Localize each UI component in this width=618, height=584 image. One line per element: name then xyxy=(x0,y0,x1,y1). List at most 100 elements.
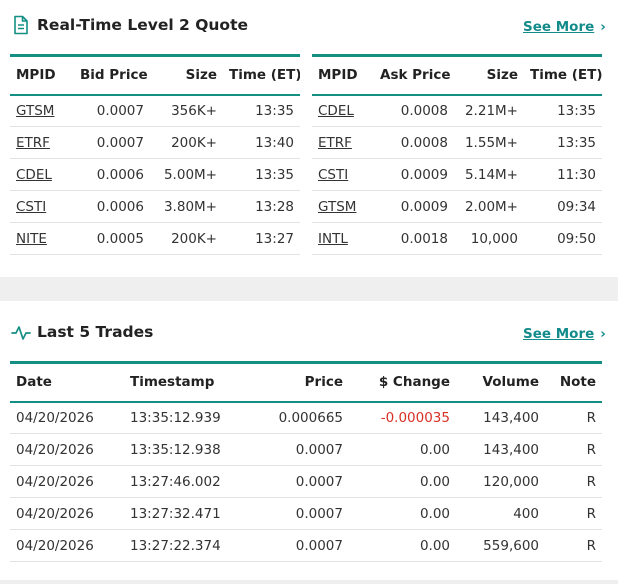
trade-timestamp: 13:27:32.471 xyxy=(124,497,254,530)
trade-note: R xyxy=(545,401,602,434)
trade-timestamp: 13:27:22.374 xyxy=(124,529,254,562)
bottom-divider xyxy=(0,580,618,584)
trade-row: 04/20/2026 13:35:12.939 0.000665 -0.0000… xyxy=(10,401,602,434)
ask-row: CSTI 0.0009 5.14M+ 11:30 xyxy=(312,158,602,191)
ask-mpid-link[interactable]: CSTI xyxy=(318,167,348,183)
trade-change: 0.00 xyxy=(349,529,456,562)
trades-header-row: Date Timestamp Price $ Change Volume Not… xyxy=(10,362,602,403)
trades-header: Last 5 Trades See More › xyxy=(0,322,618,352)
trades-title: Last 5 Trades xyxy=(37,323,154,341)
section-divider xyxy=(0,277,618,301)
bid-row: CSTI 0.0006 3.80M+ 13:28 xyxy=(10,190,300,223)
ask-mpid-link[interactable]: INTL xyxy=(318,231,348,247)
document-icon xyxy=(11,15,31,35)
ask-mpid-link[interactable]: GTSM xyxy=(318,199,356,215)
bid-time: 13:27 xyxy=(223,222,300,255)
trade-date: 04/20/2026 xyxy=(10,401,124,434)
level2-title: Real-Time Level 2 Quote xyxy=(37,16,248,34)
trade-price: 0.0007 xyxy=(254,433,349,466)
ask-size: 1.55M+ xyxy=(454,126,524,159)
ask-price: 0.0009 xyxy=(374,190,454,223)
ask-header-price: Ask Price xyxy=(374,55,454,96)
trade-price: 0.0007 xyxy=(254,465,349,498)
trade-row: 04/20/2026 13:27:22.374 0.0007 0.00 559,… xyxy=(10,529,602,562)
trades-header-date: Date xyxy=(10,362,124,403)
ask-time: 13:35 xyxy=(524,94,602,127)
trades-see-more-link[interactable]: See More › xyxy=(523,325,606,343)
activity-pulse-icon xyxy=(11,322,31,342)
trade-note: R xyxy=(545,529,602,562)
trade-note: R xyxy=(545,497,602,530)
bid-mpid-link[interactable]: NITE xyxy=(16,231,47,247)
bid-price: 0.0007 xyxy=(74,126,150,159)
trade-date: 04/20/2026 xyxy=(10,529,124,562)
bid-mpid-link[interactable]: ETRF xyxy=(16,135,50,151)
trades-header-change: $ Change xyxy=(349,362,456,403)
bid-mpid-link[interactable]: GTSM xyxy=(16,103,54,119)
bid-price: 0.0007 xyxy=(74,94,150,127)
ask-mpid-link[interactable]: CDEL xyxy=(318,103,354,119)
ask-size: 10,000 xyxy=(454,222,524,255)
level2-see-more-link[interactable]: See More › xyxy=(523,18,606,36)
bid-size: 200K+ xyxy=(150,222,223,255)
trade-change: -0.000035 xyxy=(349,401,456,434)
trades-table: Date Timestamp Price $ Change Volume Not… xyxy=(10,361,602,562)
bid-time: 13:40 xyxy=(223,126,300,159)
bid-header-time: Time (ET) xyxy=(223,55,300,96)
bid-time: 13:35 xyxy=(223,158,300,191)
ask-row: ETRF 0.0008 1.55M+ 13:35 xyxy=(312,126,602,159)
bid-price: 0.0006 xyxy=(74,158,150,191)
trade-volume: 120,000 xyxy=(456,465,545,498)
chevron-right-icon: › xyxy=(600,19,606,35)
ask-time: 09:34 xyxy=(524,190,602,223)
trade-volume: 400 xyxy=(456,497,545,530)
trade-change: 0.00 xyxy=(349,465,456,498)
trade-date: 04/20/2026 xyxy=(10,433,124,466)
trade-volume: 143,400 xyxy=(456,433,545,466)
ask-size: 5.14M+ xyxy=(454,158,524,191)
ask-price: 0.0018 xyxy=(374,222,454,255)
ask-header-row: MPID Ask Price Size Time (ET) xyxy=(312,55,602,96)
bid-row: GTSM 0.0007 356K+ 13:35 xyxy=(10,94,300,127)
bid-time: 13:28 xyxy=(223,190,300,223)
ask-header-time: Time (ET) xyxy=(524,55,602,96)
trade-row: 04/20/2026 13:27:46.002 0.0007 0.00 120,… xyxy=(10,465,602,498)
bid-header-size: Size xyxy=(150,55,223,96)
ask-time: 11:30 xyxy=(524,158,602,191)
ask-price: 0.0008 xyxy=(374,126,454,159)
trade-row: 04/20/2026 13:27:32.471 0.0007 0.00 400 … xyxy=(10,497,602,530)
level2-header: Real-Time Level 2 Quote See More › xyxy=(0,15,618,45)
ask-table: MPID Ask Price Size Time (ET) CDEL 0.000… xyxy=(312,54,602,255)
trade-price: 0.000665 xyxy=(254,401,349,434)
ask-time: 09:50 xyxy=(524,222,602,255)
trade-date: 04/20/2026 xyxy=(10,497,124,530)
bid-table: MPID Bid Price Size Time (ET) GTSM 0.000… xyxy=(10,54,300,255)
ask-header-mpid: MPID xyxy=(312,55,374,96)
bid-header-row: MPID Bid Price Size Time (ET) xyxy=(10,55,300,96)
ask-row: INTL 0.0018 10,000 09:50 xyxy=(312,222,602,255)
ask-size: 2.21M+ xyxy=(454,94,524,127)
trade-note: R xyxy=(545,465,602,498)
bid-row: CDEL 0.0006 5.00M+ 13:35 xyxy=(10,158,300,191)
trade-timestamp: 13:35:12.939 xyxy=(124,401,254,434)
trade-timestamp: 13:35:12.938 xyxy=(124,433,254,466)
ask-mpid-link[interactable]: ETRF xyxy=(318,135,352,151)
bid-header-price: Bid Price xyxy=(74,55,150,96)
bid-mpid-link[interactable]: CDEL xyxy=(16,167,52,183)
bid-size: 356K+ xyxy=(150,94,223,127)
trade-change: 0.00 xyxy=(349,433,456,466)
ask-row: GTSM 0.0009 2.00M+ 09:34 xyxy=(312,190,602,223)
bid-mpid-link[interactable]: CSTI xyxy=(16,199,46,215)
trade-price: 0.0007 xyxy=(254,529,349,562)
trades-header-price: Price xyxy=(254,362,349,403)
ask-size: 2.00M+ xyxy=(454,190,524,223)
bid-price: 0.0005 xyxy=(74,222,150,255)
trades-header-timestamp: Timestamp xyxy=(124,362,254,403)
trade-row: 04/20/2026 13:35:12.938 0.0007 0.00 143,… xyxy=(10,433,602,466)
trade-date: 04/20/2026 xyxy=(10,465,124,498)
ask-price: 0.0008 xyxy=(374,94,454,127)
bid-row: NITE 0.0005 200K+ 13:27 xyxy=(10,222,300,255)
bid-size: 3.80M+ xyxy=(150,190,223,223)
bid-time: 13:35 xyxy=(223,94,300,127)
trade-note: R xyxy=(545,433,602,466)
